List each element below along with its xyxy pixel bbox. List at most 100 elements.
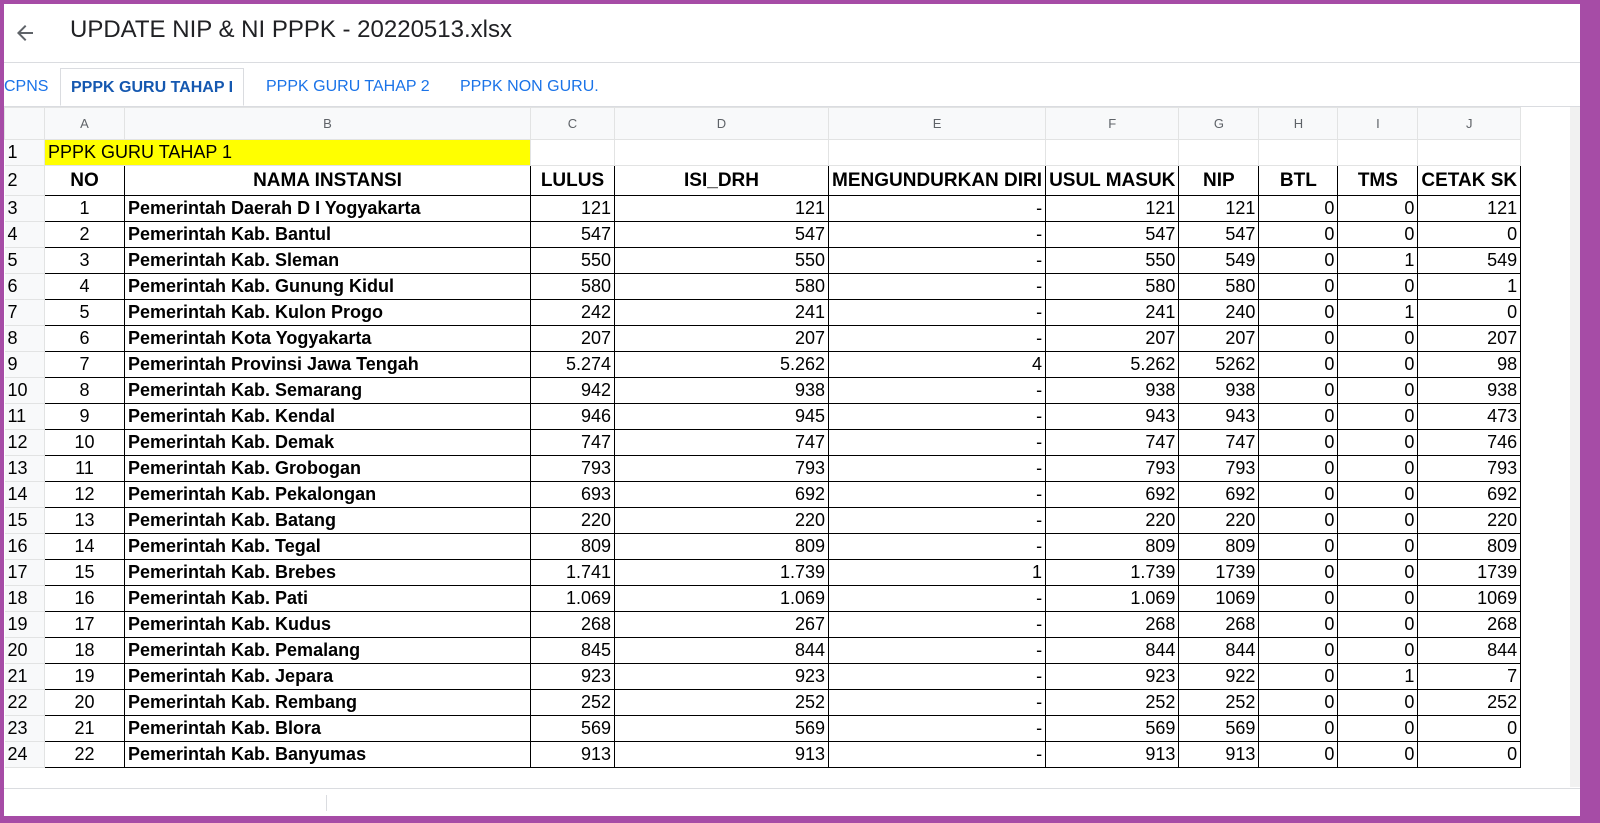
row-number[interactable]: 16: [4, 533, 45, 560]
column-header[interactable]: B: [124, 107, 531, 140]
table-cell[interactable]: 22: [44, 741, 125, 768]
table-cell[interactable]: 943: [1178, 403, 1260, 430]
column-header[interactable]: D: [614, 107, 829, 140]
table-cell[interactable]: -: [827, 273, 1047, 300]
table-cell[interactable]: 580: [614, 273, 829, 300]
table-cell[interactable]: 569: [614, 715, 829, 742]
table-cell[interactable]: 9: [44, 403, 125, 430]
row-number[interactable]: 12: [4, 429, 45, 456]
table-cell[interactable]: 549: [1417, 247, 1522, 274]
table-cell[interactable]: Pemerintah Kab. Pati: [124, 585, 531, 612]
row-number[interactable]: 7: [4, 299, 45, 326]
table-cell[interactable]: 0: [1258, 611, 1339, 638]
column-title[interactable]: NIP: [1178, 165, 1260, 196]
column-title[interactable]: TMS: [1337, 165, 1419, 196]
table-cell[interactable]: 0: [1337, 221, 1419, 248]
table-cell[interactable]: 252: [530, 689, 615, 716]
column-title[interactable]: CETAK SK: [1417, 165, 1522, 196]
table-cell[interactable]: 793: [614, 455, 829, 482]
table-cell[interactable]: 220: [614, 507, 829, 534]
table-cell[interactable]: 0: [1258, 663, 1339, 690]
table-cell[interactable]: 21: [44, 715, 125, 742]
table-cell[interactable]: Pemerintah Kab. Bantul: [124, 221, 531, 248]
table-cell[interactable]: 923: [614, 663, 829, 690]
table-cell[interactable]: 0: [1258, 741, 1339, 768]
table-cell[interactable]: 0: [1258, 559, 1339, 586]
table-cell[interactable]: 7: [44, 351, 125, 378]
table-cell[interactable]: 0: [1337, 611, 1419, 638]
table-cell[interactable]: 0: [1258, 221, 1339, 248]
select-all-corner[interactable]: [4, 107, 45, 140]
table-cell[interactable]: 20: [44, 689, 125, 716]
table-cell[interactable]: 0: [1258, 403, 1339, 430]
table-cell[interactable]: 5.262: [1045, 351, 1180, 378]
table-cell[interactable]: 0: [1337, 481, 1419, 508]
row-number[interactable]: 24: [4, 741, 45, 768]
empty-cell[interactable]: [828, 139, 1047, 166]
row-number[interactable]: 10: [4, 377, 45, 404]
table-cell[interactable]: 946: [530, 403, 615, 430]
table-cell[interactable]: -: [827, 377, 1047, 404]
column-title[interactable]: LULUS: [530, 165, 615, 196]
table-cell[interactable]: 1: [827, 559, 1047, 586]
table-cell[interactable]: 0: [1337, 403, 1419, 430]
table-cell[interactable]: -: [827, 247, 1047, 274]
table-cell[interactable]: -: [827, 637, 1047, 664]
table-cell[interactable]: 747: [1178, 429, 1260, 456]
table-cell[interactable]: 549: [1178, 247, 1260, 274]
table-cell[interactable]: 0: [1417, 715, 1522, 742]
table-cell[interactable]: 922: [1178, 663, 1260, 690]
table-cell[interactable]: 1: [44, 195, 125, 222]
table-cell[interactable]: Pemerintah Kab. Grobogan: [124, 455, 531, 482]
table-cell[interactable]: 913: [614, 741, 829, 768]
column-header[interactable]: G: [1178, 107, 1260, 140]
table-cell[interactable]: 19: [44, 663, 125, 690]
table-cell[interactable]: 547: [1045, 221, 1180, 248]
table-cell[interactable]: 569: [1045, 715, 1180, 742]
table-cell[interactable]: 1: [1417, 273, 1522, 300]
table-cell[interactable]: -: [827, 611, 1047, 638]
empty-cell[interactable]: [1178, 139, 1260, 166]
table-cell[interactable]: 1.741: [530, 559, 615, 586]
table-cell[interactable]: 1739: [1178, 559, 1260, 586]
row-number[interactable]: 2: [4, 165, 45, 196]
table-cell[interactable]: 809: [530, 533, 615, 560]
table-cell[interactable]: 0: [1337, 637, 1419, 664]
table-cell[interactable]: 938: [1045, 377, 1180, 404]
table-cell[interactable]: Pemerintah Kab. Gunung Kidul: [124, 273, 531, 300]
column-header[interactable]: I: [1337, 107, 1419, 140]
table-cell[interactable]: 547: [614, 221, 829, 248]
table-cell[interactable]: 11: [44, 455, 125, 482]
table-cell[interactable]: 1: [1337, 247, 1419, 274]
table-cell[interactable]: 938: [1178, 377, 1260, 404]
column-header[interactable]: A: [44, 107, 125, 140]
row-number[interactable]: 3: [4, 195, 45, 222]
table-cell[interactable]: Pemerintah Kab. Banyumas: [124, 741, 531, 768]
table-cell[interactable]: 121: [1178, 195, 1260, 222]
table-cell[interactable]: 580: [1178, 273, 1260, 300]
table-cell[interactable]: -: [827, 299, 1047, 326]
table-cell[interactable]: 746: [1417, 429, 1522, 456]
table-cell[interactable]: 4: [827, 351, 1047, 378]
table-cell[interactable]: 844: [1417, 637, 1522, 664]
table-cell[interactable]: 0: [1258, 351, 1339, 378]
table-cell[interactable]: 845: [530, 637, 615, 664]
table-cell[interactable]: 793: [1045, 455, 1180, 482]
table-cell[interactable]: 10: [44, 429, 125, 456]
table-cell[interactable]: 0: [1337, 507, 1419, 534]
table-cell[interactable]: 550: [530, 247, 615, 274]
row-number[interactable]: 13: [4, 455, 45, 482]
table-cell[interactable]: -: [827, 715, 1047, 742]
table-cell[interactable]: 0: [1417, 299, 1522, 326]
row-number[interactable]: 9: [4, 351, 45, 378]
table-cell[interactable]: 473: [1417, 403, 1522, 430]
table-cell[interactable]: 1: [1337, 299, 1419, 326]
table-cell[interactable]: 5: [44, 299, 125, 326]
table-cell[interactable]: -: [827, 429, 1047, 456]
tab-pppk-guru-tahap-2[interactable]: PPPK GURU TAHAP 2: [266, 68, 430, 106]
table-cell[interactable]: 98: [1417, 351, 1522, 378]
table-cell[interactable]: 0: [1337, 429, 1419, 456]
table-cell[interactable]: 913: [1178, 741, 1260, 768]
table-cell[interactable]: 550: [614, 247, 829, 274]
table-cell[interactable]: 13: [44, 507, 125, 534]
